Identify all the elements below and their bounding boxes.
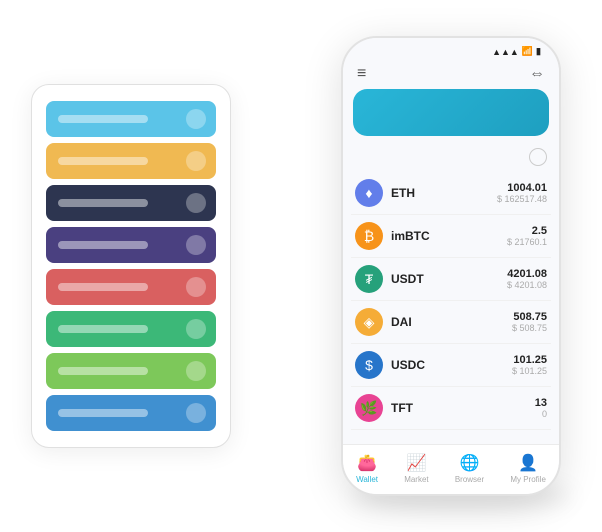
stack-card-4[interactable]: [46, 269, 216, 305]
coin-amounts-dai: 508.75$ 508.75: [512, 311, 547, 333]
coin-amounts-usdc: 101.25$ 101.25: [512, 354, 547, 376]
bottom-nav: 👛 Wallet 📈 Market 🌐 Browser 👤 My Profile: [343, 444, 559, 494]
stack-card-0[interactable]: [46, 101, 216, 137]
coin-list: ♦ ETH1004.01$ 162517.48 ₿ imBTC2.5$ 21760.1…: [343, 172, 559, 444]
coin-row-usdt[interactable]: ₮ USDT4201.08$ 4201.08: [351, 258, 551, 301]
battery-icon: ▮: [536, 46, 541, 57]
stack-card-2[interactable]: [46, 185, 216, 221]
stack-card-7[interactable]: [46, 395, 216, 431]
nav-item-wallet[interactable]: 👛 Wallet: [356, 453, 378, 484]
scene: ▲▲▲ 📶 ▮ ≡ ⇔: [11, 11, 591, 521]
menu-icon[interactable]: ≡: [357, 65, 366, 83]
coin-amount-value: 2.5: [507, 225, 547, 237]
coin-usd-value: $ 101.25: [512, 366, 547, 376]
coin-name-eth: ETH: [391, 186, 497, 200]
coin-usd-value: $ 162517.48: [497, 194, 547, 204]
coin-usd-value: 0: [535, 409, 547, 419]
nav-item-market[interactable]: 📈 Market: [404, 453, 428, 484]
coin-row-dai[interactable]: ◈ DAI508.75$ 508.75: [351, 301, 551, 344]
status-icons: ▲▲▲ 📶 ▮: [492, 46, 541, 57]
coin-name-tft: TFT: [391, 401, 535, 415]
stack-card-5[interactable]: [46, 311, 216, 347]
coin-amounts-usdt: 4201.08$ 4201.08: [507, 268, 547, 290]
coin-amount-value: 508.75: [512, 311, 547, 323]
nav-icon-wallet: 👛: [357, 453, 377, 473]
coin-amount-value: 1004.01: [497, 182, 547, 194]
nav-item-my-profile[interactable]: 👤 My Profile: [510, 453, 546, 484]
nav-label-browser: Browser: [455, 475, 484, 484]
nav-icon-browser: 🌐: [460, 453, 480, 473]
coin-logo-imbtc: ₿: [355, 222, 383, 250]
assets-header: [343, 144, 559, 172]
expand-icon[interactable]: ⇔: [529, 65, 545, 83]
coin-row-eth[interactable]: ♦ ETH1004.01$ 162517.48: [351, 172, 551, 215]
nav-item-browser[interactable]: 🌐 Browser: [455, 453, 484, 484]
coin-row-usdc[interactable]: $ USDC101.25$ 101.25: [351, 344, 551, 387]
stack-card-3[interactable]: [46, 227, 216, 263]
coin-usd-value: $ 4201.08: [507, 280, 547, 290]
coin-usd-value: $ 508.75: [512, 323, 547, 333]
eth-card[interactable]: [353, 89, 549, 136]
stack-card-6[interactable]: [46, 353, 216, 389]
coin-logo-usdt: ₮: [355, 265, 383, 293]
coin-amount-value: 101.25: [512, 354, 547, 366]
phone-header: ≡ ⇔: [343, 61, 559, 89]
coin-row-tft[interactable]: 🌿 TFT130: [351, 387, 551, 430]
coin-logo-eth: ♦: [355, 179, 383, 207]
coin-name-dai: DAI: [391, 315, 512, 329]
nav-icon-my-profile: 👤: [518, 453, 538, 473]
coin-name-usdc: USDC: [391, 358, 512, 372]
signal-icon: ▲▲▲: [492, 47, 519, 57]
wifi-icon: 📶: [522, 46, 533, 57]
coin-usd-value: $ 21760.1: [507, 237, 547, 247]
coin-amount-value: 4201.08: [507, 268, 547, 280]
card-stack: [31, 84, 231, 448]
coin-logo-dai: ◈: [355, 308, 383, 336]
coin-logo-usdc: $: [355, 351, 383, 379]
coin-amounts-eth: 1004.01$ 162517.48: [497, 182, 547, 204]
eth-card-balance: [365, 105, 537, 126]
coin-amounts-imbtc: 2.5$ 21760.1: [507, 225, 547, 247]
nav-label-wallet: Wallet: [356, 475, 378, 484]
coin-amounts-tft: 130: [535, 397, 547, 419]
phone-mockup: ▲▲▲ 📶 ▮ ≡ ⇔: [341, 36, 561, 496]
coin-amount-value: 13: [535, 397, 547, 409]
coin-name-usdt: USDT: [391, 272, 507, 286]
nav-icon-market: 📈: [406, 453, 426, 473]
stack-card-1[interactable]: [46, 143, 216, 179]
nav-label-market: Market: [404, 475, 428, 484]
nav-label-my-profile: My Profile: [510, 475, 546, 484]
add-asset-button[interactable]: [529, 148, 547, 166]
status-bar: ▲▲▲ 📶 ▮: [343, 38, 559, 61]
coin-row-imbtc[interactable]: ₿ imBTC2.5$ 21760.1: [351, 215, 551, 258]
coin-name-imbtc: imBTC: [391, 229, 507, 243]
coin-logo-tft: 🌿: [355, 394, 383, 422]
